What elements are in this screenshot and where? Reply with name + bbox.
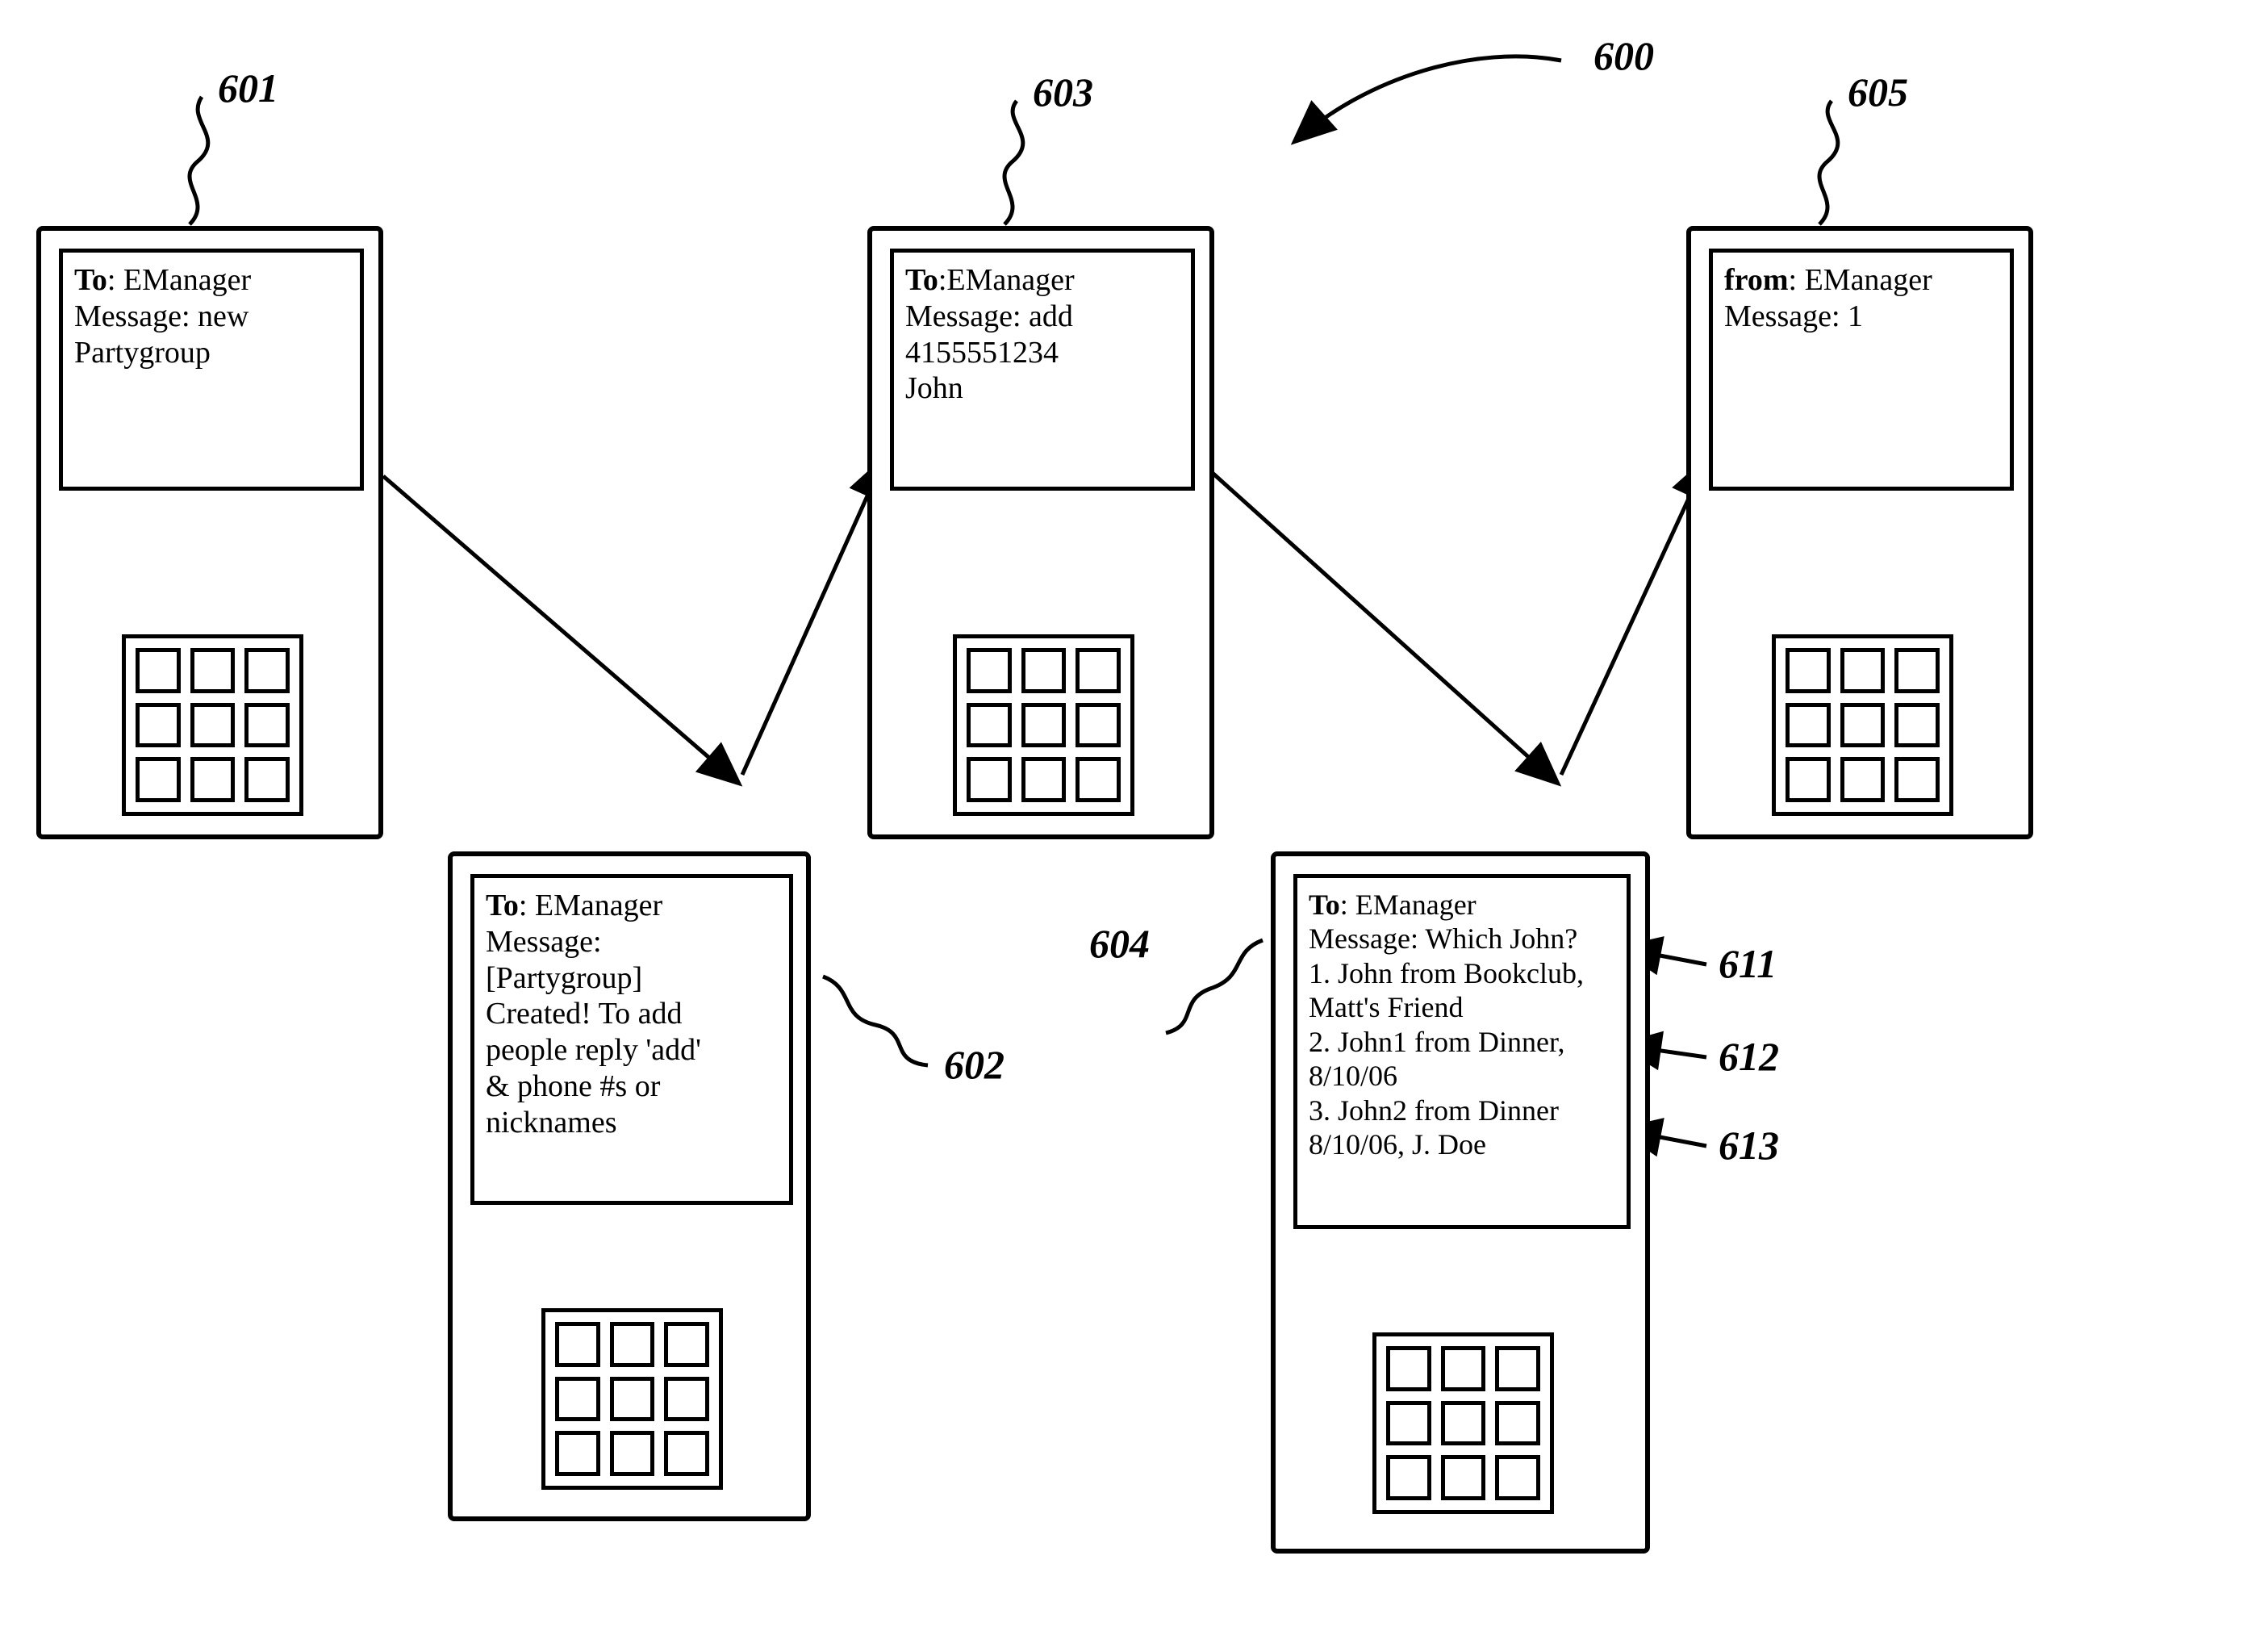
phone-601-keypad [122, 634, 303, 816]
to-value: EManager [1355, 889, 1476, 921]
keypad-key [1021, 648, 1067, 693]
keypad-key [664, 1322, 709, 1367]
phone-604: To: EManager Message: Which John? 1. Joh… [1271, 851, 1650, 1554]
message-label: Message: [74, 299, 190, 333]
message-body: [Partygroup] Created! To add people repl… [486, 961, 701, 1140]
phone-602-keypad [541, 1308, 723, 1490]
callout-604: 604 [1089, 920, 1150, 967]
keypad-key [244, 648, 290, 693]
keypad-key [1386, 1346, 1431, 1391]
to-prefix: To [1309, 889, 1340, 921]
phone-605-screen: from: EManager Message: 1 [1709, 249, 2014, 491]
callout-601: 601 [218, 65, 278, 111]
phone-604-screen: To: EManager Message: Which John? 1. Joh… [1293, 874, 1631, 1229]
keypad-key [136, 757, 181, 802]
to-value: EManager [123, 263, 251, 297]
keypad-key [555, 1431, 600, 1476]
keypad-key [1441, 1401, 1486, 1446]
keypad-key [1840, 648, 1886, 693]
keypad-key [1840, 703, 1886, 748]
keypad-key [664, 1431, 709, 1476]
keypad-key [1495, 1455, 1540, 1500]
keypad-key [610, 1431, 655, 1476]
keypad-key [1441, 1455, 1486, 1500]
callout-603: 603 [1033, 69, 1093, 115]
figure-number-600: 600 [1593, 32, 1654, 79]
message-label: Message: [486, 925, 602, 959]
keypad-key [967, 648, 1012, 693]
from-value: EManager [1805, 263, 1932, 297]
keypad-key [1076, 757, 1121, 802]
keypad-key [136, 703, 181, 748]
message-label: Message: [905, 299, 1021, 333]
keypad-key [610, 1322, 655, 1367]
phone-601-screen: To: EManager Message: new Partygroup [59, 249, 364, 491]
keypad-key [1386, 1455, 1431, 1500]
keypad-key [190, 757, 236, 802]
keypad-key [1076, 648, 1121, 693]
option-612: 2. John1 from Dinner, 8/10/06 [1309, 1025, 1615, 1094]
keypad-key [610, 1377, 655, 1422]
keypad-key [1495, 1401, 1540, 1446]
keypad-key [244, 703, 290, 748]
option-611: 1. John from Bookclub, Matt's Friend [1309, 956, 1615, 1025]
keypad-key [1894, 648, 1940, 693]
keypad-key [1076, 703, 1121, 748]
keypad-key [244, 757, 290, 802]
phone-603-screen: To:EManager Message: add 4155551234 John [890, 249, 1195, 491]
keypad-key [190, 648, 236, 693]
keypad-key [664, 1377, 709, 1422]
keypad-key [1495, 1346, 1540, 1391]
keypad-key [1441, 1346, 1486, 1391]
keypad-key [1021, 757, 1067, 802]
keypad-key [967, 757, 1012, 802]
keypad-key [1786, 648, 1831, 693]
keypad-key [1894, 703, 1940, 748]
keypad-key [1840, 757, 1886, 802]
to-prefix: To [74, 263, 107, 297]
keypad-key [1786, 703, 1831, 748]
message-label: Message: [1309, 922, 1418, 955]
message-label: Message: [1724, 299, 1840, 333]
keypad-key [967, 703, 1012, 748]
keypad-key [555, 1322, 600, 1367]
to-prefix: To [905, 263, 938, 297]
option-613: 3. John2 from Dinner 8/10/06, J. Doe [1309, 1094, 1615, 1162]
keypad-key [555, 1377, 600, 1422]
message-body: 1 [1848, 299, 1863, 333]
phone-605-keypad [1772, 634, 1953, 816]
keypad-key [1386, 1401, 1431, 1446]
from-prefix: from [1724, 263, 1789, 297]
callout-605: 605 [1848, 69, 1908, 115]
phone-601: To: EManager Message: new Partygroup [36, 226, 383, 839]
phone-603-keypad [953, 634, 1134, 816]
callout-612: 612 [1719, 1033, 1779, 1080]
phone-604-keypad [1372, 1332, 1554, 1514]
phone-603: To:EManager Message: add 4155551234 John [867, 226, 1214, 839]
to-value: EManager [946, 263, 1074, 297]
to-prefix: To [486, 889, 519, 922]
phone-602-screen: To: EManager Message: [Partygroup] Creat… [470, 874, 793, 1205]
message-question: Which John? [1425, 922, 1577, 955]
keypad-key [1894, 757, 1940, 802]
phone-605: from: EManager Message: 1 [1686, 226, 2033, 839]
keypad-key [1786, 757, 1831, 802]
keypad-key [190, 703, 236, 748]
callout-611: 611 [1719, 940, 1777, 987]
callout-602: 602 [944, 1041, 1005, 1088]
phone-602: To: EManager Message: [Partygroup] Creat… [448, 851, 811, 1521]
keypad-key [136, 648, 181, 693]
to-value: EManager [535, 889, 662, 922]
keypad-key [1021, 703, 1067, 748]
callout-613: 613 [1719, 1122, 1779, 1169]
